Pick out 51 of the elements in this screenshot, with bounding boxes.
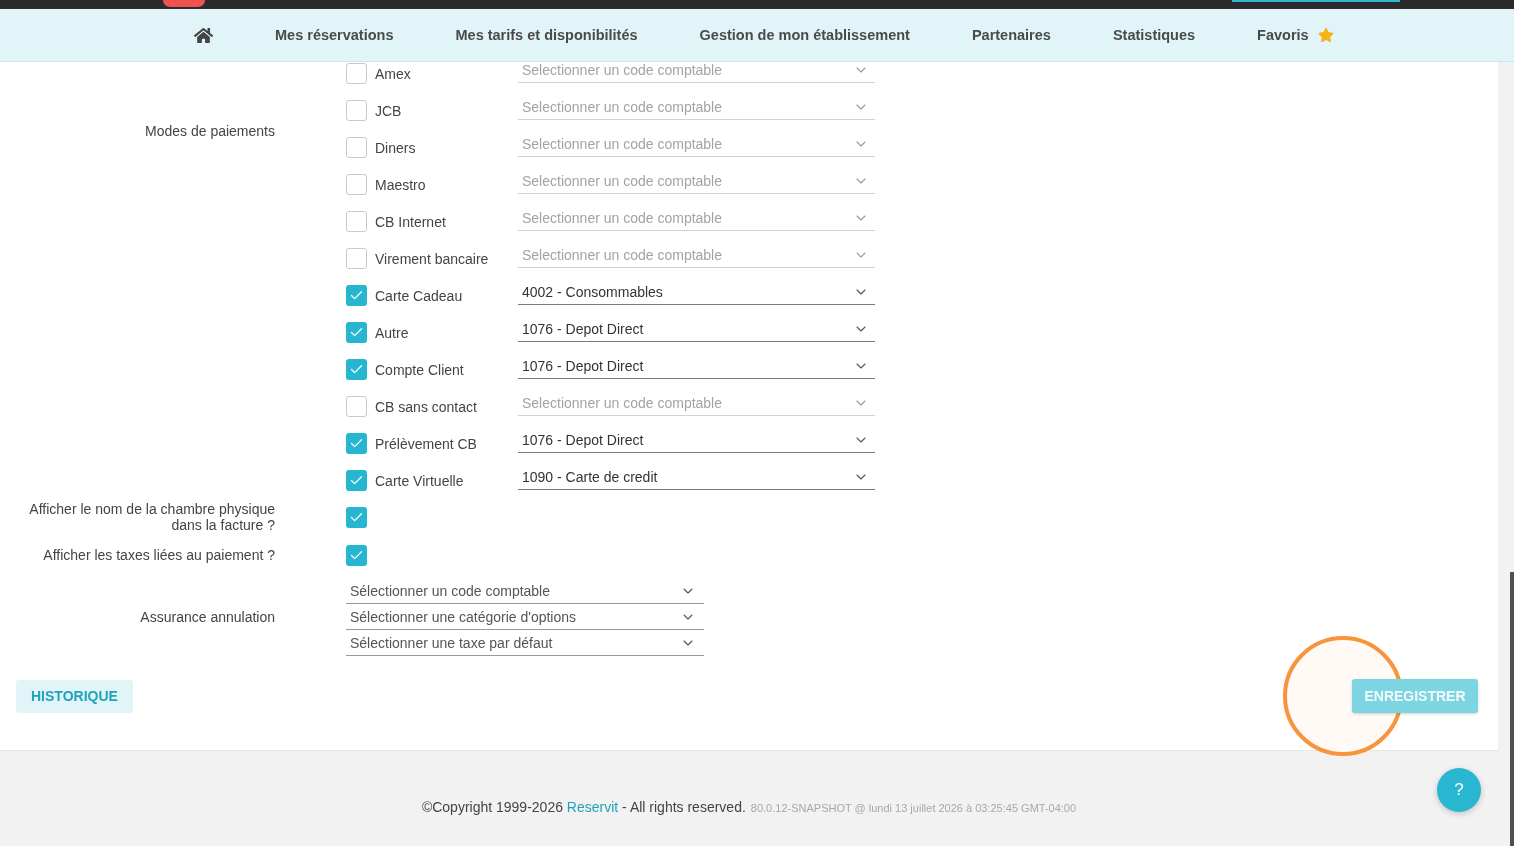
- checkbox[interactable]: [346, 137, 367, 158]
- checkbox[interactable]: [346, 211, 367, 232]
- environment-badge-icon: [163, 0, 205, 7]
- field-label: Afficher les taxes liées au paiement ?: [42, 547, 275, 563]
- dropdown-select[interactable]: Sélectionner un code comptable: [346, 578, 704, 604]
- nav-link[interactable]: Mes réservations: [275, 27, 394, 43]
- checkbox[interactable]: [346, 506, 367, 528]
- nav-link[interactable]: Statistiques: [1112, 27, 1196, 43]
- dropdown-select[interactable]: Sélectionner une taxe par défaut: [346, 630, 704, 656]
- payment-mode-label: Autre: [375, 324, 410, 341]
- nav-link[interactable]: Favoris: [1257, 27, 1334, 43]
- nav-link[interactable]: Mes tarifs et disponibilités: [455, 27, 638, 43]
- scrollbar-thumb[interactable]: [1510, 572, 1514, 846]
- payment-mode-label: Compte Client: [375, 361, 465, 378]
- payment-mode-label: Maestro: [375, 176, 427, 193]
- star-icon: [1317, 27, 1334, 43]
- payment-mode-label: CB sans contact: [375, 398, 478, 415]
- nav-link[interactable]: Gestion de mon établissement: [699, 27, 910, 43]
- account-select[interactable]: 1090 - Carte de credit: [518, 464, 875, 490]
- payment-mode-label: Diners: [375, 139, 417, 156]
- home-icon[interactable]: [194, 25, 213, 45]
- payment-mode-label: Carte Virtuelle: [375, 472, 465, 489]
- checkbox[interactable]: [346, 63, 367, 84]
- checkbox[interactable]: [346, 285, 367, 306]
- payment-mode-label: Carte Cadeau: [375, 287, 464, 304]
- field-label: Modes de paiements: [144, 123, 275, 139]
- checkbox[interactable]: [346, 100, 367, 121]
- account-select[interactable]: 1076 - Depot Direct: [518, 353, 875, 379]
- button-edge-icon: [1232, 0, 1400, 2]
- dropdown-select[interactable]: Sélectionner une catégorie d'options: [346, 604, 704, 630]
- nav-link[interactable]: Partenaires: [971, 27, 1051, 43]
- field-label: Afficher le nom de la chambre physique dans la facture ?: [28, 501, 275, 533]
- payment-mode-label: JCB: [375, 102, 403, 119]
- checkbox[interactable]: [346, 248, 367, 269]
- copyright-text: ©Copyright 1999-2026 Reservit - All rights reserved.: [421, 799, 746, 815]
- checkbox[interactable]: [346, 396, 367, 417]
- checkbox[interactable]: [346, 433, 367, 454]
- version-text: 80.0.12-SNAPSHOT @ lundi 13 juillet 2026 à 03:25:45 GMT-04:00: [750, 802, 1077, 814]
- checkbox[interactable]: [346, 322, 367, 343]
- checkbox[interactable]: [346, 359, 367, 380]
- payment-mode-label: CB Internet: [375, 213, 447, 230]
- account-select[interactable]: 1076 - Depot Direct: [518, 427, 875, 453]
- account-select[interactable]: 4002 - Consommables: [518, 279, 875, 305]
- payment-mode-label: Amex: [375, 65, 412, 82]
- checkbox[interactable]: [346, 544, 367, 566]
- account-select[interactable]: 1076 - Depot Direct: [518, 316, 875, 342]
- checkbox[interactable]: [346, 174, 367, 195]
- payment-mode-label: Prélèvement CB: [375, 435, 478, 452]
- field-label: Assurance annulation: [139, 609, 275, 625]
- payment-mode-label: Virement bancaire: [375, 250, 490, 267]
- checkbox[interactable]: [346, 470, 367, 491]
